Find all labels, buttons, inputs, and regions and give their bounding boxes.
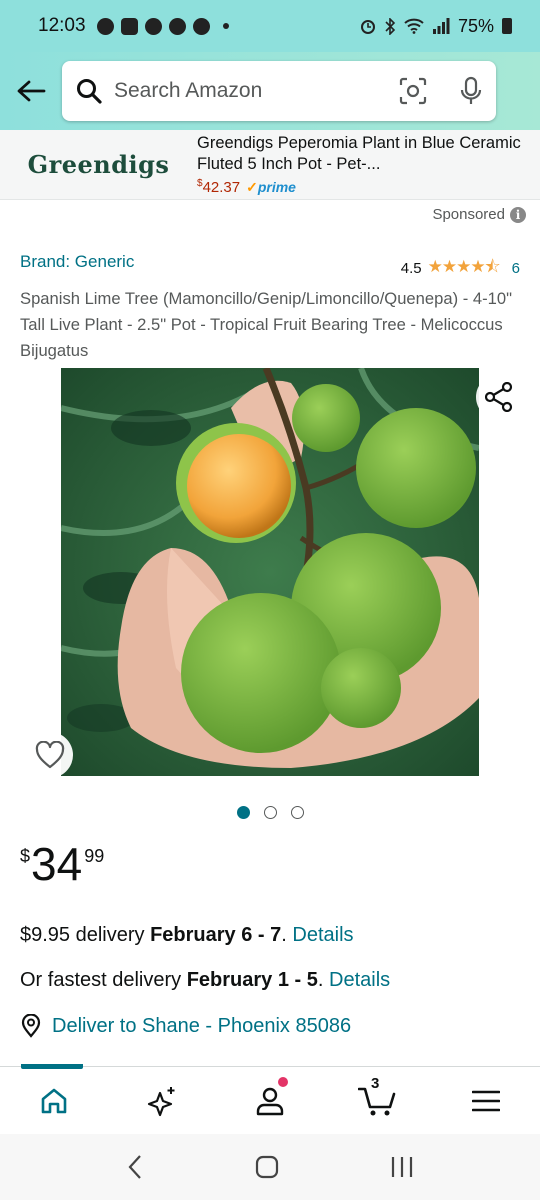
delivery-dates: February 6 - 7: [150, 924, 282, 946]
bottom-navigation: 3: [0, 1064, 540, 1134]
ad-title[interactable]: Greendigs Peperomia Plant in Blue Cerami…: [197, 133, 526, 175]
status-time: 12:03: [38, 15, 86, 36]
sponsored-ad-banner[interactable]: Greendigs Greendigs Peperomia Plant in B…: [0, 130, 540, 200]
bluetooth-icon: [385, 17, 396, 35]
fastest-delivery-dates: February 1 - 5: [186, 969, 318, 991]
search-bar[interactable]: [62, 61, 496, 121]
system-home-icon[interactable]: [255, 1155, 279, 1179]
voicemail-icon: [120, 17, 138, 35]
hamburger-menu-icon: [472, 1090, 500, 1111]
carousel-dot[interactable]: [236, 806, 250, 819]
price-fraction: 99: [84, 846, 105, 866]
battery-icon: [502, 18, 512, 34]
fastest-details-link[interactable]: Details: [329, 969, 390, 991]
price-whole: 34: [31, 838, 83, 890]
system-back-icon[interactable]: [126, 1154, 144, 1180]
nav-cart[interactable]: 3: [324, 1067, 432, 1134]
product-title: Spanish Lime Tree (Mamoncillo/Genip/Limo…: [20, 289, 512, 360]
search-input[interactable]: [114, 79, 398, 103]
ad-price: $42.37: [197, 178, 241, 196]
system-navigation-bar: [0, 1134, 540, 1200]
nav-account[interactable]: [216, 1067, 324, 1134]
person-icon: [256, 1087, 284, 1115]
ad-brand-logo: Greendigs: [27, 150, 170, 179]
share-icon: [485, 382, 513, 412]
deliver-to-location[interactable]: Deliver to Shane - Phoenix 85086: [20, 1014, 351, 1038]
rating-value: 4.5: [400, 260, 422, 277]
sparkle-icon: [147, 1086, 175, 1116]
messages-icon: [96, 17, 114, 35]
chrome-icon: [168, 17, 186, 35]
heart-icon: [35, 741, 65, 769]
info-icon[interactable]: i: [510, 206, 526, 223]
delivery-details-link[interactable]: Details: [292, 924, 353, 946]
wifi-icon: [404, 18, 424, 34]
price-symbol: $: [20, 846, 31, 866]
spanish-lime-photo: [61, 368, 479, 776]
search-icon: [77, 79, 102, 104]
camera-search-icon[interactable]: [398, 76, 428, 106]
brand-link[interactable]: Brand: Generic: [20, 252, 134, 272]
sponsored-label[interactable]: Sponsored i: [432, 206, 526, 223]
carousel-dot[interactable]: [290, 806, 304, 819]
product-price: $ 34 99: [20, 838, 104, 890]
system-recents-icon[interactable]: [390, 1156, 414, 1178]
nav-rufus-ai[interactable]: [108, 1067, 216, 1134]
battery-percent: 75%: [457, 15, 494, 36]
delivery-info: $9.95 delivery February 6 - 7. Details: [20, 924, 354, 946]
more-notifications-icon: [222, 23, 229, 29]
rating-summary[interactable]: 4.5 ★★★★⯪ 6: [401, 254, 520, 283]
location-pin-icon: [21, 1014, 41, 1038]
rating-count[interactable]: 6: [512, 260, 520, 277]
prime-check-icon: ✓: [246, 179, 258, 195]
chrome-icon: [144, 17, 162, 35]
home-icon: [41, 1088, 67, 1113]
fastest-delivery-info: Or fastest delivery February 1 - 5. Deta…: [20, 969, 391, 991]
status-bar: 12:03 75%: [0, 0, 540, 52]
back-arrow-icon: [17, 80, 46, 102]
cart-count: 3: [371, 1075, 380, 1092]
prime-badge: ✓prime: [246, 179, 296, 195]
nav-active-indicator: [21, 1064, 83, 1069]
image-carousel-dots: [0, 806, 540, 819]
product-image[interactable]: [61, 368, 479, 776]
microphone-icon[interactable]: [460, 76, 482, 106]
add-to-wishlist-button[interactable]: [27, 732, 73, 778]
search-header: [0, 52, 540, 130]
nav-home[interactable]: [0, 1064, 108, 1134]
share-button[interactable]: [476, 374, 522, 420]
chrome-icon: [192, 17, 210, 35]
signal-icon: [432, 18, 450, 34]
star-rating-icon: ★★★★⯪: [427, 257, 501, 276]
carousel-dot[interactable]: [263, 806, 277, 819]
back-button[interactable]: [0, 61, 62, 121]
nav-menu[interactable]: [432, 1067, 540, 1134]
notification-badge: [278, 1077, 288, 1087]
alarm-icon: [360, 20, 375, 34]
